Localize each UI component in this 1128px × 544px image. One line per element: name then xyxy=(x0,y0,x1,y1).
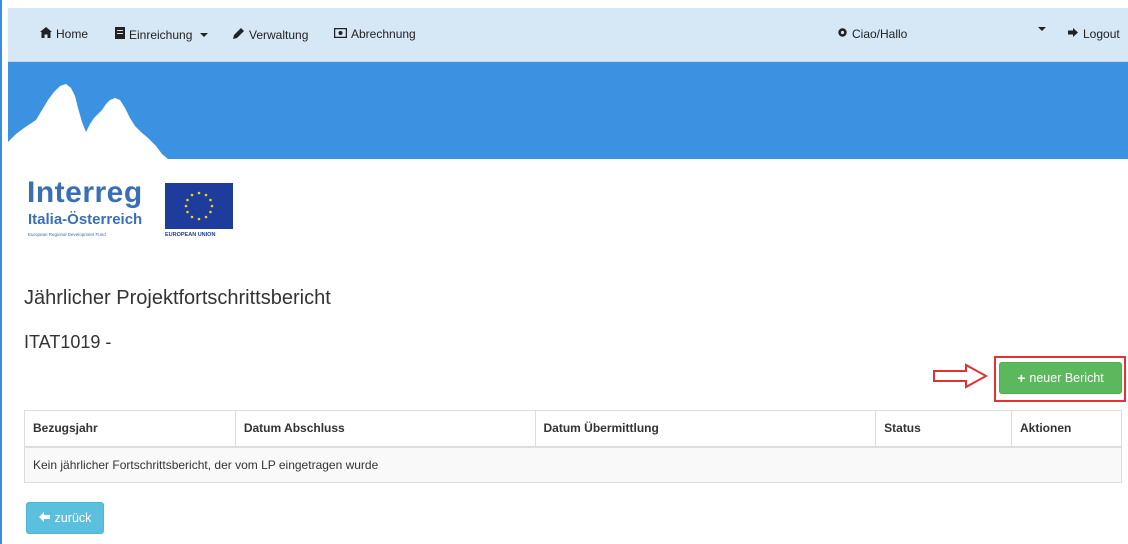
new-report-button[interactable]: + neuer Bericht xyxy=(999,362,1122,394)
header-banner xyxy=(8,62,1128,159)
column-header-datum-uebermittlung: Datum Übermittlung xyxy=(534,410,877,448)
nav-user-dropdown-toggle[interactable] xyxy=(1034,27,1046,31)
nav-einreichung-label: Einreichung xyxy=(129,27,193,42)
column-header-status: Status xyxy=(875,410,1013,448)
logout-icon xyxy=(1068,27,1079,41)
nav-abrechnung-label: Abrechnung xyxy=(351,27,416,41)
top-navbar: Home Einreichung Verwaltung Abrechnung C… xyxy=(8,8,1128,62)
left-border xyxy=(0,0,6,544)
page-title: Jährlicher Projektfortschrittsbericht xyxy=(24,287,331,309)
page: Home Einreichung Verwaltung Abrechnung C… xyxy=(0,0,1128,544)
nav-user-menu[interactable]: Ciao/Hallo xyxy=(837,27,907,41)
project-code: ITAT1019 - xyxy=(24,332,112,352)
new-report-label: neuer Bericht xyxy=(1029,371,1104,385)
nav-abrechnung[interactable]: Abrechnung xyxy=(333,27,416,41)
nav-verwaltung-label: Verwaltung xyxy=(249,27,309,42)
column-header-datum-abschluss: Datum Abschluss xyxy=(234,410,536,448)
banknote-icon xyxy=(333,27,348,41)
back-label: zurück xyxy=(54,511,92,525)
mountains-illustration xyxy=(8,84,168,159)
plus-icon: + xyxy=(1017,370,1026,386)
reports-table: Bezugsjahr Datum Abschluss Datum Übermit… xyxy=(24,410,1122,483)
nav-verwaltung[interactable]: Verwaltung xyxy=(233,27,308,42)
logo-subtitle: Italia-Österreich xyxy=(28,211,143,228)
arrow-right-icon xyxy=(933,363,988,389)
logo-title: Interreg xyxy=(27,176,143,209)
arrow-left-icon xyxy=(38,511,50,525)
chevron-down-icon xyxy=(200,32,209,37)
nav-logout[interactable]: Logout xyxy=(1068,27,1120,41)
home-icon xyxy=(40,27,52,41)
pencil-icon xyxy=(233,27,245,42)
column-header-bezugsjahr: Bezugsjahr xyxy=(24,410,236,448)
chevron-down-icon xyxy=(1038,27,1046,31)
nav-user-label: Ciao/Hallo xyxy=(852,27,908,41)
table-row: Kein jährlicher Fortschrittsbericht, der… xyxy=(24,446,1122,483)
empty-message: Kein jährlicher Fortschrittsbericht, der… xyxy=(24,446,1122,483)
nav-einreichung-dropdown[interactable]: Einreichung xyxy=(115,27,209,42)
nav-logout-label: Logout xyxy=(1083,27,1120,41)
eu-flag-icon xyxy=(165,183,233,229)
logo-tagline: European Regional Development Fund xyxy=(28,232,106,237)
column-header-aktionen: Aktionen xyxy=(1011,410,1122,448)
nav-home[interactable]: Home xyxy=(40,27,88,41)
nav-home-label: Home xyxy=(56,27,89,41)
interreg-logo: Interreg Italia-Österreich European Regi… xyxy=(24,176,234,246)
gear-icon xyxy=(837,27,848,41)
eu-label: EUROPEAN UNION xyxy=(165,232,216,238)
back-button[interactable]: zurück xyxy=(26,502,104,534)
table-header-row: Bezugsjahr Datum Abschluss Datum Übermit… xyxy=(24,410,1122,448)
document-icon xyxy=(115,27,125,42)
